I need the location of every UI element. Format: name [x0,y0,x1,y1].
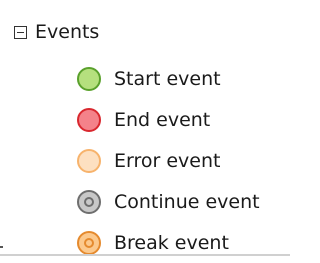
item-label: Error event [114,149,221,172]
item-label: Continue event [114,190,260,213]
continue-event-icon [77,189,101,214]
start-event-icon [77,66,101,91]
item-label: Break event [114,231,229,254]
list-item-error-event[interactable]: Error event [77,140,260,181]
list-item-break-event[interactable]: Break event [77,222,260,263]
collapse-icon[interactable] [14,25,27,39]
edge-mark [0,246,3,248]
tree-node-events[interactable]: Events [14,20,99,44]
legend-panel: Events Start event End event Error event… [1,0,288,255]
list-item-start-event[interactable]: Start event [77,58,260,99]
event-list: Start event End event Error event Contin… [77,58,260,263]
tree-node-label: Events [35,21,100,43]
error-event-icon [77,148,101,173]
list-item-continue-event[interactable]: Continue event [77,181,260,222]
item-label: Start event [114,67,221,90]
break-event-icon [77,230,101,255]
list-item-end-event[interactable]: End event [77,99,260,140]
end-event-icon [77,107,101,132]
item-label: End event [114,108,211,131]
